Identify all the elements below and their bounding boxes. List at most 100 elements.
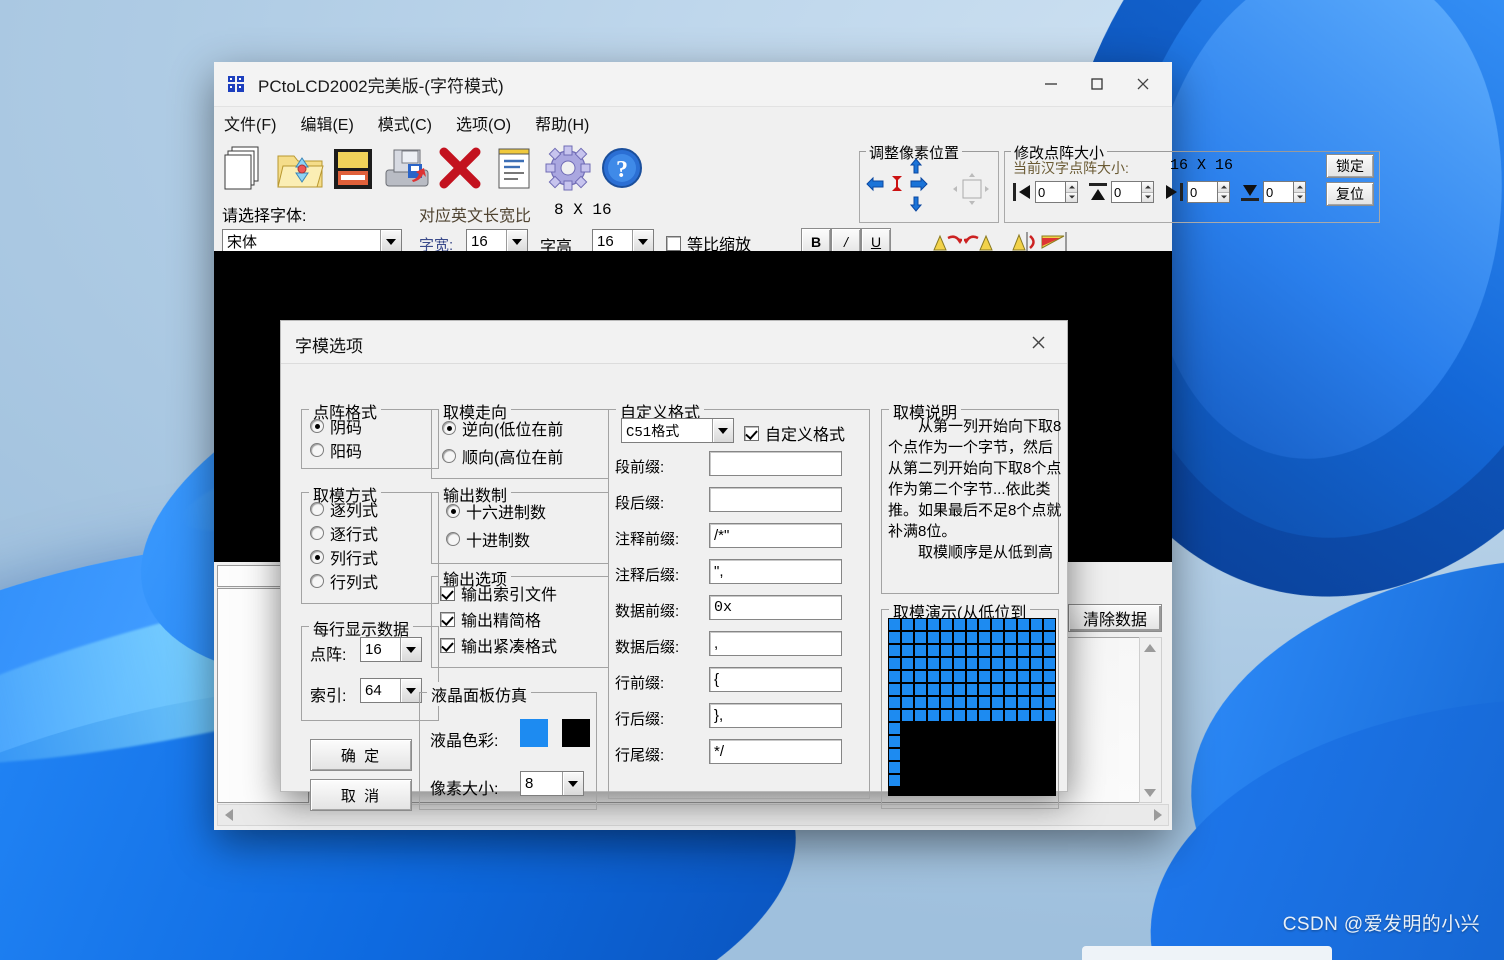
scan-demo-cell[interactable] bbox=[992, 658, 1004, 669]
scroll-right-button[interactable] bbox=[1148, 805, 1167, 824]
scan-demo-cell[interactable] bbox=[1031, 632, 1043, 643]
scan-demo-cell[interactable] bbox=[992, 749, 1004, 760]
clear-data-button[interactable]: 清除数据 bbox=[1068, 604, 1162, 632]
chevron-down-icon[interactable] bbox=[506, 230, 527, 253]
help-question-icon[interactable]: ? bbox=[598, 142, 650, 196]
scan-demo-cell[interactable] bbox=[966, 736, 978, 747]
left-offset-spin-buttons[interactable] bbox=[1065, 181, 1078, 203]
save-as-printer-icon[interactable] bbox=[382, 142, 434, 196]
scan-demo-cell[interactable] bbox=[1018, 762, 1030, 773]
chevron-down-icon[interactable] bbox=[400, 638, 421, 661]
radio-yangma[interactable]: 阳码 bbox=[310, 438, 362, 462]
scan-demo-cell[interactable] bbox=[1005, 632, 1017, 643]
scan-demo-cell[interactable] bbox=[927, 710, 939, 721]
scan-demo-cell[interactable] bbox=[1031, 645, 1043, 656]
scan-demo-cell[interactable] bbox=[992, 684, 1004, 695]
scan-demo-cell[interactable] bbox=[940, 723, 952, 734]
scan-demo-cell[interactable] bbox=[979, 710, 991, 721]
scan-demo-cell[interactable] bbox=[927, 762, 939, 773]
scan-demo-cell[interactable] bbox=[953, 684, 965, 695]
chevron-down-icon[interactable] bbox=[562, 772, 583, 795]
right-offset-spin-buttons[interactable] bbox=[1217, 181, 1230, 203]
bottom-offset-spinner[interactable] bbox=[1263, 181, 1306, 203]
scan-demo-cell[interactable] bbox=[901, 723, 913, 734]
scan-demo-cell[interactable] bbox=[927, 645, 939, 656]
scan-demo-cell[interactable] bbox=[1005, 658, 1017, 669]
align-bottom-icon[interactable] bbox=[1239, 181, 1261, 208]
scan-demo-cell[interactable] bbox=[1044, 762, 1055, 773]
scan-demo-cell[interactable] bbox=[1031, 775, 1043, 786]
scan-demo-cell[interactable] bbox=[966, 749, 978, 760]
scan-demo-cell[interactable] bbox=[1044, 749, 1055, 760]
chevron-down-icon[interactable] bbox=[380, 230, 401, 253]
scan-demo-cell[interactable] bbox=[1005, 684, 1017, 695]
ok-button[interactable]: 确 定 bbox=[310, 739, 412, 771]
radio-indicator[interactable] bbox=[310, 574, 324, 588]
align-right-icon[interactable] bbox=[1163, 181, 1185, 208]
scan-demo-cell[interactable] bbox=[914, 697, 926, 708]
radio-indicator[interactable] bbox=[442, 421, 456, 435]
scan-demo-cell[interactable] bbox=[927, 736, 939, 747]
scan-demo-cell[interactable] bbox=[914, 658, 926, 669]
new-file-icon[interactable] bbox=[220, 142, 272, 196]
menu-item-help[interactable]: 帮助(H) bbox=[535, 111, 589, 135]
scan-demo-cell[interactable] bbox=[1018, 710, 1030, 721]
scan-demo-cell[interactable] bbox=[979, 645, 991, 656]
comment-prefix-input[interactable]: /*" bbox=[709, 523, 842, 548]
scan-demo-cell[interactable] bbox=[1044, 723, 1055, 734]
scan-demo-cell[interactable] bbox=[940, 710, 952, 721]
scroll-down-button[interactable] bbox=[1140, 783, 1159, 802]
radio-forward[interactable]: 顺向(高位在前 bbox=[442, 444, 563, 468]
scan-demo-cell[interactable] bbox=[940, 645, 952, 656]
scan-demo-cell[interactable] bbox=[966, 762, 978, 773]
minimize-button[interactable] bbox=[1028, 62, 1074, 106]
scan-demo-cell[interactable] bbox=[901, 775, 913, 786]
scan-demo-cell[interactable] bbox=[940, 749, 952, 760]
delete-x-icon[interactable] bbox=[436, 142, 488, 196]
scan-demo-cell[interactable] bbox=[953, 671, 965, 682]
scan-demo-cell[interactable] bbox=[1005, 749, 1017, 760]
scan-demo-cell[interactable] bbox=[966, 723, 978, 734]
lock-button[interactable]: 锁定 bbox=[1326, 154, 1374, 178]
scan-demo-cell[interactable] bbox=[889, 619, 900, 630]
scan-demo-cell[interactable] bbox=[889, 723, 900, 734]
scan-demo-cell[interactable] bbox=[992, 645, 1004, 656]
top-offset-input[interactable] bbox=[1111, 181, 1141, 203]
scan-demo-cell[interactable] bbox=[992, 619, 1004, 630]
data-prefix-input[interactable]: 0x bbox=[709, 595, 842, 620]
scan-demo-cell[interactable] bbox=[1018, 749, 1030, 760]
scan-demo-cell[interactable] bbox=[940, 736, 952, 747]
scan-demo-cell[interactable] bbox=[940, 684, 952, 695]
lcd-color-on-swatch[interactable] bbox=[520, 719, 548, 747]
bounds-box-icon[interactable] bbox=[952, 172, 990, 211]
scan-demo-cell[interactable] bbox=[927, 775, 939, 786]
scan-demo-cell[interactable] bbox=[1044, 684, 1055, 695]
line-tail-input[interactable]: */ bbox=[709, 739, 842, 764]
scan-demo-cell[interactable] bbox=[1018, 658, 1030, 669]
scan-demo-cell[interactable] bbox=[1018, 697, 1030, 708]
scan-demo-cell[interactable] bbox=[927, 658, 939, 669]
radio-indicator[interactable] bbox=[310, 419, 324, 433]
save-icon[interactable] bbox=[328, 142, 380, 196]
scan-demo-cell[interactable] bbox=[1018, 736, 1030, 747]
scan-demo-cell[interactable] bbox=[1044, 710, 1055, 721]
cancel-button[interactable]: 取 消 bbox=[310, 779, 412, 811]
scan-demo-cell[interactable] bbox=[992, 632, 1004, 643]
scan-demo-cell[interactable] bbox=[1018, 645, 1030, 656]
scan-demo-cell[interactable] bbox=[979, 775, 991, 786]
scan-demo-cell[interactable] bbox=[992, 762, 1004, 773]
lcd-color-off-swatch[interactable] bbox=[562, 719, 590, 747]
scan-demo-cell[interactable] bbox=[1005, 736, 1017, 747]
scan-demo-cell[interactable] bbox=[1005, 697, 1017, 708]
scan-demo-cell[interactable] bbox=[889, 749, 900, 760]
reset-button[interactable]: 复位 bbox=[1326, 182, 1374, 206]
move-down-icon[interactable] bbox=[908, 196, 924, 217]
radio-indicator[interactable] bbox=[442, 449, 456, 463]
radio-hex[interactable]: 十六进制数 bbox=[446, 499, 546, 523]
radio-indicator[interactable] bbox=[310, 526, 324, 540]
scan-demo-cell[interactable] bbox=[901, 684, 913, 695]
scan-demo-cell[interactable] bbox=[979, 619, 991, 630]
scan-demo-cell[interactable] bbox=[953, 749, 965, 760]
scan-demo-cell[interactable] bbox=[914, 645, 926, 656]
scan-demo-cell[interactable] bbox=[914, 736, 926, 747]
